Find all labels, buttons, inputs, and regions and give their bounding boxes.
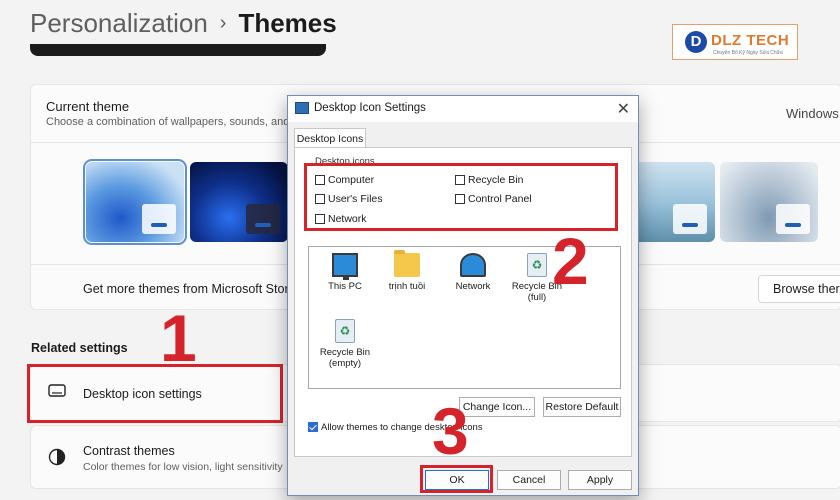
current-theme-value: Windows — [786, 106, 839, 121]
preview-bar — [30, 44, 326, 56]
tab-desktop-icons[interactable]: Desktop Icons — [294, 128, 366, 149]
contrast-icon — [48, 448, 66, 470]
callout-box-desktop-icons — [304, 163, 618, 231]
icon-item-network[interactable]: Network — [441, 253, 505, 292]
logo-name: DLZ TECH — [711, 32, 790, 49]
apply-button[interactable]: Apply — [568, 470, 632, 490]
theme-preview-window-icon — [776, 204, 810, 234]
checkbox-box-checked[interactable] — [308, 422, 318, 432]
cancel-button[interactable]: Cancel — [497, 470, 561, 490]
page-title: Themes — [238, 8, 337, 38]
icon-item-this-pc[interactable]: This PC — [313, 253, 377, 292]
recycle-bin-empty-icon: ♻ — [335, 319, 355, 343]
current-theme-subtitle: Choose a combination of wallpapers, soun… — [46, 116, 290, 128]
callout-box-desktop-icon-settings — [27, 364, 283, 423]
current-theme-title: Current theme — [46, 99, 130, 114]
related-settings-heading: Related settings — [31, 341, 128, 355]
logo-tagline: Chuyên Bổ Kỹ Ngày Sửa Chữa — [713, 50, 783, 56]
logo-mark: D — [685, 31, 707, 53]
more-themes-label: Get more themes from Microsoft Stor — [83, 282, 289, 296]
contrast-themes-subtitle: Color themes for low vision, light sensi… — [83, 461, 283, 473]
icon-item-user-folder[interactable]: trịnh tuồi — [375, 250, 439, 292]
theme-preview-window-icon — [246, 204, 280, 234]
theme-preview-window-icon — [142, 204, 176, 234]
theme-thumbnail-windows-dark[interactable] — [190, 162, 288, 242]
contrast-themes-title: Contrast themes — [83, 444, 175, 458]
callout-number-1: 1 — [160, 301, 197, 375]
dialog-titlebar[interactable]: Desktop Icon Settings ✕ — [288, 96, 638, 122]
restore-default-button[interactable]: Restore Default — [543, 397, 621, 417]
breadcrumb-parent[interactable]: Personalization — [30, 8, 208, 38]
chevron-right-icon: › — [219, 12, 227, 34]
icon-item-label: Recycle Bin (empty) — [319, 347, 371, 369]
folder-icon — [394, 250, 420, 277]
dialog-title: Desktop Icon Settings — [314, 102, 426, 114]
dlz-tech-logo: D DLZ TECH Chuyên Bổ Kỹ Ngày Sửa Chữa — [672, 24, 798, 60]
theme-thumbnail-windows-light[interactable] — [83, 159, 187, 245]
icon-item-label: Network — [455, 281, 491, 292]
monitor-icon — [332, 253, 358, 280]
theme-thumbnail-flow[interactable] — [720, 162, 818, 242]
network-icon — [460, 253, 486, 277]
callout-number-3: 3 — [432, 394, 469, 468]
change-icon-button[interactable]: Change Icon... — [459, 397, 535, 417]
breadcrumb: Personalization › Themes — [30, 8, 337, 39]
theme-preview-window-icon — [673, 204, 707, 234]
dialog-app-icon — [295, 102, 309, 114]
recycle-bin-full-icon: ♻ — [527, 253, 547, 277]
browse-themes-button[interactable]: Browse ther — [758, 275, 840, 303]
icon-item-recycle-bin-empty[interactable]: ♻ Recycle Bin (empty) — [313, 319, 377, 369]
icon-item-label: This PC — [328, 281, 362, 292]
close-icon[interactable]: ✕ — [617, 99, 630, 119]
icon-item-label: trịnh tuồi — [388, 281, 426, 292]
callout-number-2: 2 — [552, 224, 589, 298]
callout-box-ok — [420, 465, 493, 493]
